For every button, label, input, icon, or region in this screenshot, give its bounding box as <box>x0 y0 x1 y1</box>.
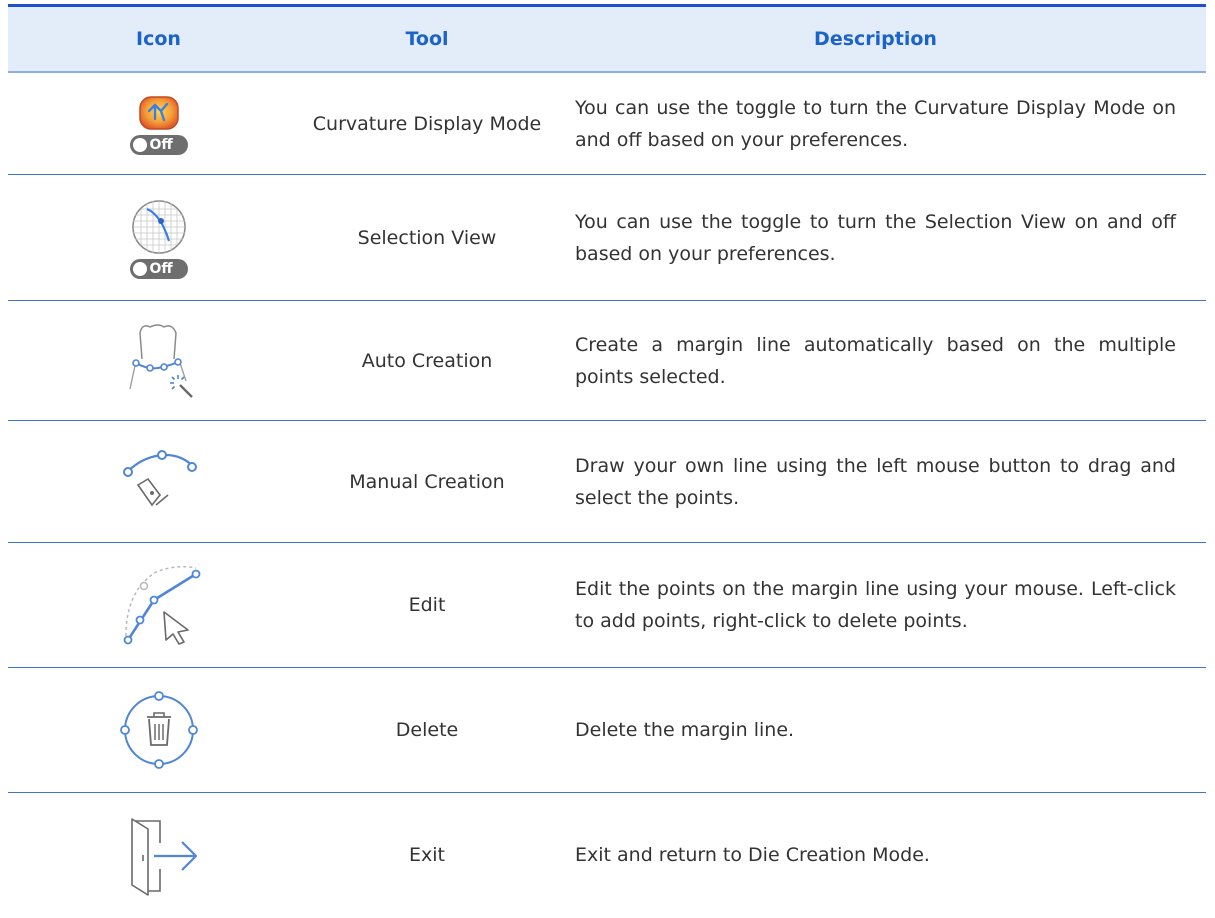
manual-creation-icon[interactable] <box>116 447 202 517</box>
tool-description: Create a margin line automatically based… <box>575 333 1176 388</box>
toggle-knob <box>132 261 147 276</box>
header-icon: Icon <box>136 28 181 50</box>
table-row: Auto Creation Create a margin line autom… <box>8 301 1206 421</box>
toggle-knob <box>132 137 147 152</box>
tool-name: Exit <box>409 843 445 866</box>
header-description: Description <box>814 28 937 50</box>
table-header-row: Icon Tool Description <box>8 7 1206 73</box>
curvature-display-icon[interactable] <box>137 93 181 133</box>
table-row: Manual Creation Draw your own line using… <box>8 421 1206 543</box>
selection-view-toggle[interactable]: Off <box>129 258 188 279</box>
table-row: Edit Edit the points on the margin line … <box>8 543 1206 668</box>
tool-description: Draw your own line using the left mouse … <box>575 454 1176 509</box>
table-row: Off Curvature Display Mode You can use t… <box>8 73 1206 175</box>
tool-name: Manual Creation <box>349 470 505 493</box>
selection-view-icon[interactable] <box>129 197 189 257</box>
delete-icon[interactable] <box>118 689 200 771</box>
tool-description: Exit and return to Die Creation Mode. <box>575 843 930 866</box>
edit-icon[interactable] <box>116 562 202 648</box>
toggle-label: Off <box>149 260 173 277</box>
tool-description: Delete the margin line. <box>575 719 795 741</box>
tool-name: Curvature Display Mode <box>312 112 542 135</box>
tool-description: Edit the points on the margin line using… <box>575 578 1176 632</box>
tool-description: You can use the toggle to turn the Selec… <box>575 210 1176 265</box>
curvature-toggle[interactable]: Off <box>129 134 188 155</box>
tool-name: Edit <box>408 594 446 616</box>
auto-creation-icon[interactable] <box>116 319 202 403</box>
tool-name: Selection View <box>357 226 497 249</box>
table-row: Exit Exit and return to Die Creation Mod… <box>8 793 1206 916</box>
exit-icon[interactable] <box>116 813 202 897</box>
tool-description: You can use the toggle to turn the Curva… <box>575 96 1176 151</box>
tool-name: Delete <box>395 719 459 741</box>
header-tool: Tool <box>405 28 449 50</box>
tool-name: Auto Creation <box>361 349 493 372</box>
toggle-label: Off <box>149 136 173 153</box>
table-row: Delete Delete the margin line. <box>8 668 1206 793</box>
table-row: Off Selection View You can use the toggl… <box>8 175 1206 301</box>
